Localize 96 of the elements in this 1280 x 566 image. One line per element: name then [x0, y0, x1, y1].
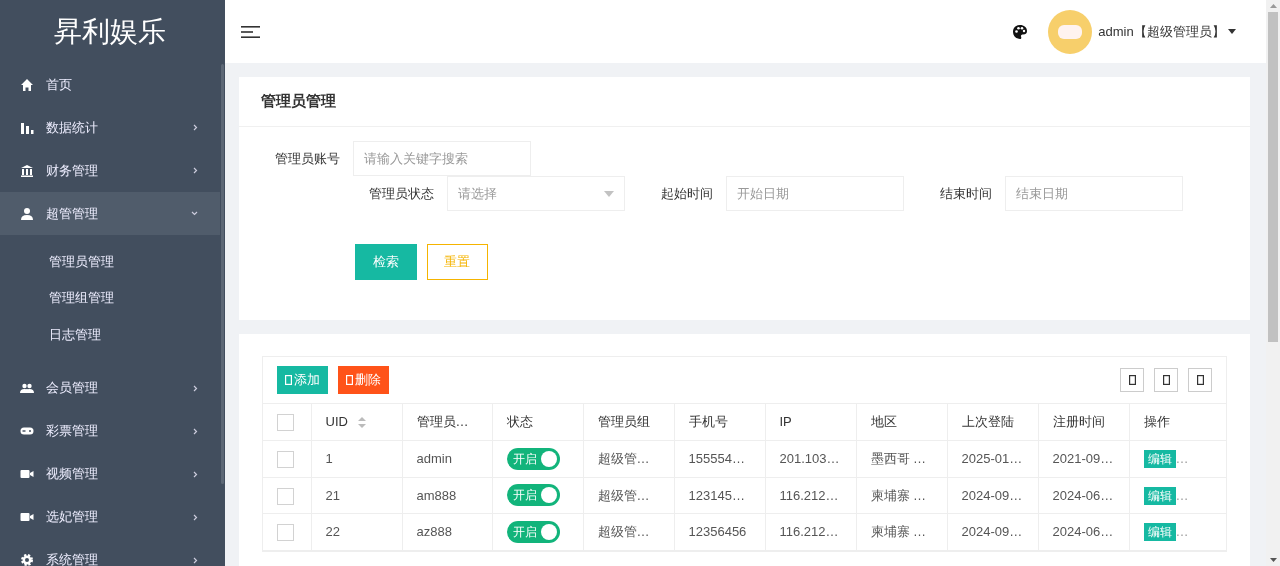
caret-icon	[604, 190, 614, 197]
table-cell: az888	[416, 524, 452, 539]
table-cell: 超级管…	[597, 451, 650, 466]
placeholder-glyph-icon	[1196, 375, 1204, 385]
table-cell: …	[1175, 524, 1189, 539]
column-header: IP	[779, 414, 792, 430]
table-cell: 2025-01…	[961, 451, 1023, 466]
home-icon	[20, 77, 34, 92]
scroll-down-icon[interactable]	[1269, 558, 1277, 562]
table-cell: 155554…	[688, 451, 745, 466]
sidebar-item[interactable]: 选妃管理	[0, 495, 220, 539]
chevron-right-icon	[193, 384, 198, 392]
table-cell: 12356456	[688, 524, 747, 539]
chevron-right-icon	[193, 167, 198, 174]
chevron-right-icon	[193, 556, 198, 564]
table-cell: 柬埔寨 …	[870, 524, 927, 539]
table-cell: 超级管…	[597, 487, 650, 503]
column-header: 管理员…	[416, 414, 469, 430]
sidebar-subitem[interactable]: 管理员管理	[49, 251, 114, 271]
table-cell: 2021-09…	[1052, 451, 1114, 466]
table-cell: 柬埔寨 …	[870, 487, 927, 503]
sidebar-item[interactable]: 财务管理	[0, 149, 220, 192]
table-cell: 116.212…	[779, 487, 839, 503]
sidebar-item[interactable]: 会员管理	[0, 366, 220, 410]
column-header: 状态	[506, 414, 533, 430]
table-cell: 2024-09…	[961, 487, 1023, 503]
checkbox[interactable]	[277, 451, 294, 469]
bar-chart-icon	[20, 120, 34, 135]
toolbar-button[interactable]	[1120, 368, 1144, 392]
scroll-up-icon[interactable]	[1269, 4, 1277, 8]
placeholder-glyph-icon	[1162, 375, 1170, 385]
table-cell: 1	[325, 451, 333, 466]
checkbox[interactable]	[277, 414, 294, 432]
sort-icon[interactable]	[357, 417, 366, 429]
input-field[interactable]: 请输入关键字搜索	[353, 141, 531, 176]
menu-icon[interactable]	[241, 24, 260, 39]
chevron-right-icon	[193, 513, 198, 521]
column-header: 管理员组	[597, 414, 650, 430]
table-cell: 2024-06…	[1052, 524, 1114, 539]
chevron-down-icon	[191, 211, 198, 216]
table-cell: 22	[325, 524, 340, 539]
table-cell: 201.103…	[779, 451, 840, 466]
sidebar-subitem[interactable]: 日志管理	[49, 324, 101, 344]
table-cell: admin	[416, 451, 452, 466]
sidebar-item[interactable]: 首页	[0, 63, 220, 106]
sidebar-item[interactable]: 视频管理	[0, 452, 220, 496]
table-cell: 超级管…	[597, 524, 650, 539]
table-cell: 116.212…	[779, 524, 839, 539]
scrollbar-thumb[interactable]	[1268, 12, 1278, 342]
chevron-right-icon	[193, 427, 198, 435]
user-menu[interactable]: admin【超级管理员】	[1098, 21, 1225, 42]
toolbar-button[interactable]	[1188, 368, 1212, 392]
caret-icon	[1228, 29, 1236, 34]
table-cell: am888	[416, 487, 457, 503]
table-cell: 21	[325, 487, 340, 503]
bank-icon	[20, 163, 34, 178]
checkbox[interactable]	[277, 487, 294, 505]
column-header: 地区	[870, 414, 897, 430]
brand-title: 昇利娱乐	[53, 14, 167, 49]
sidebar-item[interactable]: 系统管理	[0, 538, 220, 566]
placeholder-glyph-icon	[285, 375, 292, 385]
chevron-right-icon	[193, 470, 198, 478]
user-icon	[20, 206, 34, 221]
sidebar-item[interactable]: 超管管理	[0, 192, 220, 235]
column-header[interactable]: UID	[325, 414, 348, 430]
field-label: 管理员账号	[275, 149, 340, 168]
sidebar-subitem[interactable]: 管理组管理	[49, 288, 114, 308]
column-header: 上次登陆	[961, 414, 1014, 430]
table-cell: …	[1175, 487, 1189, 503]
scrollbar[interactable]	[221, 64, 224, 484]
input-field[interactable]: 结束日期	[1005, 176, 1183, 211]
column-header: 注册时间	[1052, 414, 1105, 430]
avatar-drawing	[1056, 22, 1083, 41]
toolbar-button[interactable]	[1154, 368, 1178, 392]
palette-icon[interactable]	[1012, 23, 1029, 40]
field-label: 管理员状态	[369, 184, 434, 203]
field-label: 结束时间	[940, 184, 992, 203]
column-header: 操作	[1143, 414, 1170, 430]
table-cell: 123145…	[688, 487, 745, 503]
checkbox[interactable]	[277, 524, 294, 542]
chevron-right-icon	[193, 124, 198, 131]
placeholder-glyph-icon	[346, 375, 353, 385]
video-camera-icon	[20, 510, 34, 524]
column-header: 手机号	[688, 414, 728, 430]
sidebar-item[interactable]: 彩票管理	[0, 409, 220, 453]
video-camera-icon	[20, 467, 34, 481]
sidebar-item[interactable]: 数据统计	[0, 106, 220, 149]
field-label: 起始时间	[661, 184, 713, 203]
card-title: 管理员管理	[261, 91, 336, 112]
placeholder-glyph-icon	[1128, 375, 1136, 385]
table-cell: …	[1175, 451, 1189, 466]
group-icon	[20, 381, 34, 395]
table-cell: 2024-09…	[961, 524, 1023, 539]
table-cell: 2024-06…	[1052, 487, 1114, 503]
input-field[interactable]: 开始日期	[726, 176, 904, 211]
table-cell: 墨西哥 …	[870, 451, 927, 466]
